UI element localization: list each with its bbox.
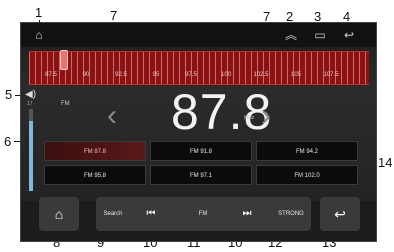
scale-label: 87.5 [45, 72, 57, 78]
preset-button[interactable]: FM 87.8 [44, 141, 146, 161]
preset-button[interactable]: FM 94.2 [256, 141, 358, 161]
volume-slider[interactable] [29, 109, 33, 191]
scale-label: 107.5 [323, 72, 339, 78]
back-icon: ↩ [334, 206, 346, 222]
frequency-unit: MHz [244, 115, 255, 121]
frequency-scale[interactable]: 87.5 90 92.5 95 97.5 100 102.5 105 107.5 [29, 50, 369, 85]
scale-label: 105 [290, 72, 302, 78]
control-bar: Search ⏮ FM ⏭ STRONG [96, 197, 311, 231]
skip-back-icon[interactable]: ⏮ [136, 197, 166, 231]
preset-button[interactable]: FM 91.8 [150, 141, 252, 161]
scale-label: 97.5 [185, 72, 197, 78]
top-bar: ⌂ ︽ ▭ ↩ [21, 23, 376, 47]
scale-pointer[interactable] [60, 50, 68, 70]
volume-level: 17 [27, 101, 33, 107]
volume-fill [29, 121, 33, 191]
next-frequency-arrow-icon[interactable]: › [261, 101, 271, 131]
preset-button[interactable]: FM 95.8 [44, 165, 146, 185]
preset-button[interactable]: FM 102.0 [256, 165, 358, 185]
scale-label: 90 [82, 72, 90, 78]
search-button[interactable]: Search [96, 197, 130, 231]
return-icon[interactable]: ↩ [341, 27, 357, 43]
callout-14: 14 [378, 155, 393, 170]
scale-label: 100 [220, 72, 232, 78]
band-button[interactable]: FM [188, 197, 218, 231]
callout-5: 5 [5, 87, 13, 102]
window-icon[interactable]: ▭ [312, 27, 328, 43]
scale-label: 95 [152, 72, 160, 78]
home-icon: ⌂ [54, 206, 64, 222]
preset-grid: FM 87.8 FM 91.8 FM 94.2 FM 95.8 FM 97.1 … [44, 141, 362, 187]
back-button[interactable]: ↩ [320, 197, 360, 231]
skip-forward-icon[interactable]: ⏭ [232, 197, 262, 231]
preset-button[interactable]: FM 97.1 [150, 165, 252, 185]
scale-label: 92.5 [115, 72, 127, 78]
callout-1: 1 [35, 5, 43, 20]
prev-frequency-arrow-icon[interactable]: ‹ [107, 101, 117, 131]
scale-label: 102.5 [253, 72, 269, 78]
home-outline-icon[interactable]: ⌂ [31, 27, 47, 43]
callout-6: 6 [4, 134, 12, 149]
band-label: FM [61, 101, 70, 107]
scale-labels: 87.5 90 92.5 95 97.5 100 102.5 105 107.5 [29, 72, 369, 82]
strong-button[interactable]: STRONG [272, 197, 310, 231]
home-button[interactable]: ⌂ [39, 197, 79, 231]
callout-7-left: 7 [110, 8, 118, 23]
speaker-icon: ◀) [25, 89, 37, 100]
double-up-chevron-icon[interactable]: ︽ [283, 27, 299, 43]
frequency-display: 87.8 [171, 84, 273, 140]
radio-screen: ⌂ ︽ ▭ ↩ 87.5 90 92.5 95 97.5 100 102.5 1… [20, 22, 377, 242]
